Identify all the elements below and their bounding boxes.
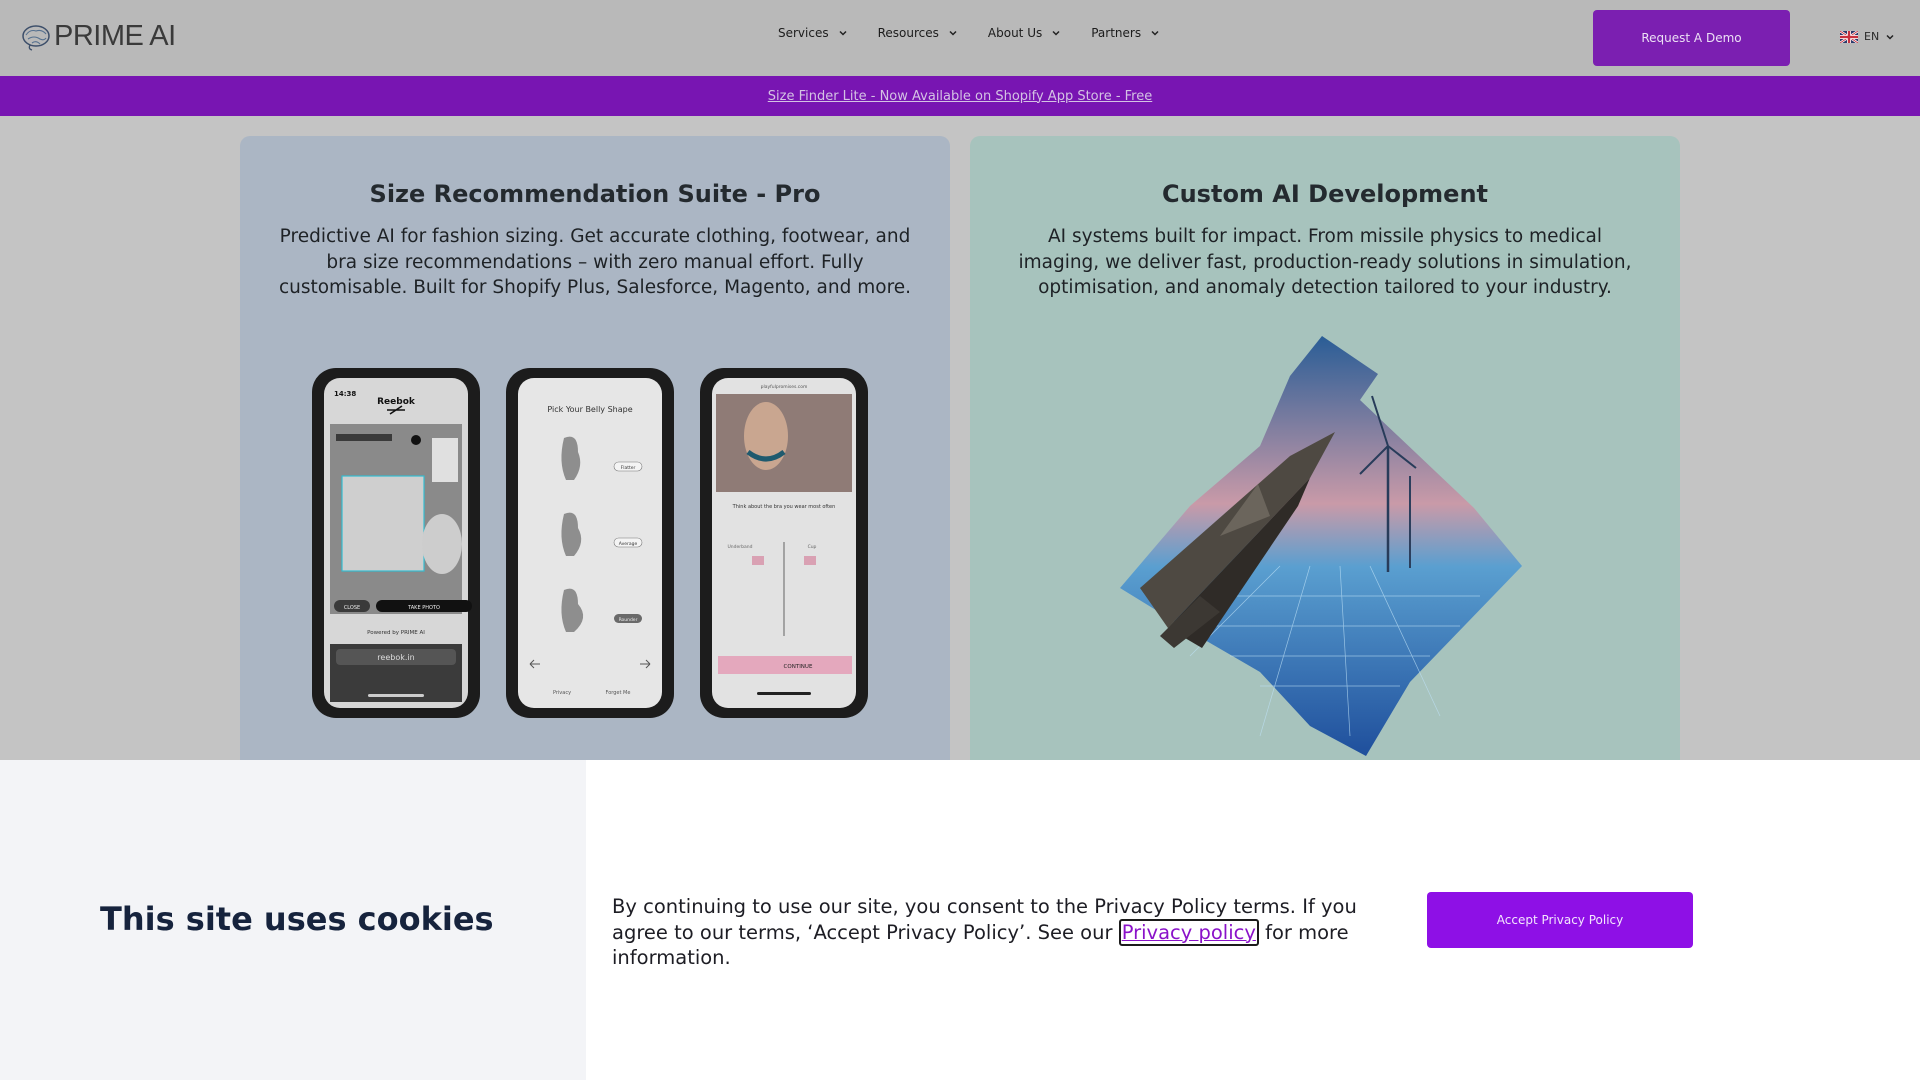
phone2-option: Rounder — [619, 617, 638, 623]
privacy-policy-link[interactable]: Privacy policy — [1118, 918, 1259, 946]
cookie-message: By continuing to use our site, you conse… — [612, 894, 1392, 971]
chevron-down-icon — [949, 30, 957, 36]
promo-banner-link[interactable]: Size Finder Lite - Now Available on Shop… — [768, 89, 1153, 104]
card-title: Custom AI Development — [1161, 180, 1489, 208]
nav-label: About Us — [987, 26, 1043, 40]
phone-mockups-image: 14:38 Reebok CLOSE TAKE PHOTO Powered by… — [312, 368, 868, 718]
brain-logo-icon — [22, 24, 50, 51]
phone3-cup: Cup — [808, 544, 817, 550]
cookie-consent-bar: This site uses cookies By continuing to … — [0, 760, 1920, 1080]
size-recommendation-card[interactable]: Size Recommendation Suite - Pro Predicti… — [240, 136, 950, 776]
phone3-url: playfulpromises.com — [761, 384, 808, 390]
cookie-title-panel: This site uses cookies — [0, 760, 586, 1080]
promo-banner: Size Finder Lite - Now Available on Shop… — [0, 76, 1920, 116]
logo-text: PRIME AI — [54, 20, 176, 52]
cookie-title: This site uses cookies — [100, 900, 494, 938]
nav-services[interactable]: Services — [778, 26, 848, 40]
site-header: PRIME AI Services Resources About Us Par… — [0, 0, 1920, 76]
chevron-down-icon — [1151, 30, 1159, 36]
phone2-forget: Forget Me — [606, 690, 631, 696]
custom-ai-card[interactable]: Custom AI Development AI systems built f… — [970, 136, 1680, 776]
card-title: Size Recommendation Suite - Pro — [369, 180, 821, 208]
uk-flag-icon — [1840, 30, 1858, 43]
phone3-underband: Underband — [728, 544, 753, 550]
phone1-brand: Reebok — [377, 397, 416, 407]
card-description: AI systems built for impact. From missil… — [1018, 226, 1632, 298]
nav-label: Resources — [877, 26, 939, 40]
language-label: EN — [1864, 30, 1880, 43]
phone1-close: CLOSE — [344, 605, 360, 611]
nav-label: Services — [778, 26, 829, 40]
logo[interactable]: PRIME AI — [20, 20, 176, 53]
chevron-down-icon — [839, 30, 847, 36]
nav-label: Partners — [1091, 26, 1142, 40]
phone1-url: reebok.in — [377, 653, 414, 662]
phone3-continue: CONTINUE — [784, 664, 813, 670]
phone3-prompt: Think about the bra you wear most often — [732, 504, 836, 510]
phone-bra-size: playfulpromises.com Think about the bra … — [700, 368, 868, 718]
language-selector[interactable]: EN — [1840, 30, 1895, 43]
phone2-privacy: Privacy — [553, 690, 571, 696]
phone2-option: Average — [619, 541, 638, 547]
phone-belly-shape: Pick Your Belly Shape Flatter Average Ro… — [506, 368, 674, 718]
chevron-down-icon — [1886, 34, 1894, 40]
accept-privacy-policy-button[interactable]: Accept Privacy Policy — [1427, 892, 1693, 948]
chevron-down-icon — [1052, 30, 1060, 36]
phone-reebok: 14:38 Reebok CLOSE TAKE PHOTO Powered by… — [312, 368, 480, 718]
phone1-take-photo: TAKE PHOTO — [407, 605, 440, 611]
nav-resources[interactable]: Resources — [878, 26, 958, 40]
ai-collage-image — [1120, 336, 1522, 756]
main-nav: Services Resources About Us Partners — [778, 26, 1160, 40]
nav-about-us[interactable]: About Us — [988, 26, 1061, 40]
phone1-powered: Powered by PRIME AI — [367, 630, 425, 636]
phone2-heading: Pick Your Belly Shape — [547, 405, 632, 414]
nav-partners[interactable]: Partners — [1091, 26, 1160, 40]
request-demo-button[interactable]: Request A Demo — [1593, 10, 1790, 66]
phone1-time: 14:38 — [334, 390, 356, 398]
card-description: Predictive AI for fashion sizing. Get ac… — [278, 226, 912, 298]
phone2-option: Flatter — [621, 465, 636, 471]
